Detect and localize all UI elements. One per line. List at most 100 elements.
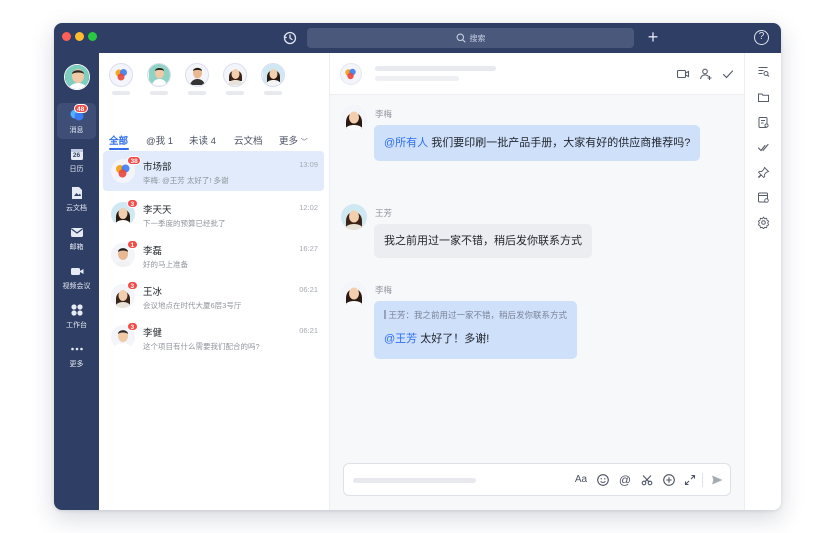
quote-bar [384, 310, 386, 319]
avatar[interactable] [64, 64, 90, 90]
zoom-window-button[interactable] [88, 32, 97, 41]
search-placeholder: 搜索 [469, 33, 486, 43]
conversation-time: 06:21 [299, 285, 318, 294]
app-window: 搜索 + ? 48 消息 26 日历 云文档 邮箱 视频会议 工作台 更多 全部… [54, 23, 781, 510]
chat-subtitle-placeholder [375, 76, 459, 81]
conversation-item[interactable]: 3 李天天 下一季度的预算已经批了 12:02 [103, 194, 324, 234]
unread-badge: 1 [127, 240, 138, 249]
pin-icon[interactable] [757, 166, 770, 179]
history-icon[interactable] [282, 30, 298, 46]
avatar[interactable] [341, 204, 367, 230]
conversation-item[interactable]: 38 市场部 李梅: @王芳 太好了! 多谢 13:09 [103, 151, 324, 191]
name-placeholder [264, 91, 282, 95]
search-history-icon[interactable] [757, 65, 770, 78]
settings-gear-icon[interactable] [757, 216, 770, 229]
video-call-icon[interactable] [676, 67, 690, 81]
group-avatar [109, 63, 133, 87]
text-format-icon[interactable]: Aa [574, 473, 588, 487]
avatar[interactable] [341, 105, 367, 131]
nav-item-calendar[interactable]: 26 日历 [57, 142, 96, 178]
pinned-contact[interactable] [223, 63, 247, 95]
conversation-item[interactable]: 3 王冰 会议地点在时代大厦6层3号厅 06:21 [103, 276, 324, 316]
scissors-icon[interactable] [640, 473, 654, 487]
nav-label: 工作台 [66, 322, 87, 329]
nav-item-video-meeting[interactable]: 视频会议 [57, 259, 96, 295]
mail-icon [69, 224, 85, 240]
calendar-icon: 26 [69, 146, 85, 162]
nav-item-workbench[interactable]: 工作台 [57, 298, 96, 334]
nav-item-mail[interactable]: 邮箱 [57, 220, 96, 256]
message-composer[interactable]: Aa @ [343, 463, 731, 496]
emoji-icon[interactable] [596, 473, 610, 487]
tab-cloud-docs[interactable]: 云文档 [234, 133, 263, 147]
mention-link[interactable]: @所有人 [384, 137, 428, 149]
help-button[interactable]: ? [754, 30, 769, 45]
message-bubble[interactable]: 王芳：我之前用过一家不错，稍后发你联系方式 @王芳 太好了！多谢! [374, 301, 578, 359]
conversation-preview: 这个项目有什么需要我们配合的吗? [143, 342, 260, 351]
right-toolbar [744, 53, 781, 510]
message-text: 我们要印刷一批产品手册，大家有好的供应商推荐吗? [428, 137, 691, 149]
document-icon[interactable] [757, 116, 770, 129]
calendar-doc-icon[interactable] [757, 191, 770, 204]
avatar[interactable] [341, 281, 367, 307]
conversation-preview: 下一季度的预算已经批了 [143, 219, 226, 228]
messages-icon: 48 [69, 104, 88, 123]
quote-text: 王芳：我之前用过一家不错，稍后发你联系方式 [388, 310, 568, 320]
nav-label: 更多 [69, 361, 84, 368]
search-input[interactable]: 搜索 [307, 28, 634, 48]
conversation-item[interactable]: 1 李磊 好的马上准备 16:27 [103, 235, 324, 275]
send-icon[interactable] [710, 473, 724, 487]
sender-name: 李梅 [375, 285, 393, 295]
nav-label: 视频会议 [62, 283, 91, 290]
conversation-preview: 会议地点在时代大厦6层3号厅 [143, 301, 242, 310]
minimize-window-button[interactable] [75, 32, 84, 41]
avatar [185, 63, 209, 87]
title-bar: 搜索 + ? [54, 23, 781, 53]
conversation-time: 06:21 [299, 326, 318, 335]
conversation-item[interactable]: 3 李健 这个项目有什么需要我们配合的吗? 06:21 [103, 317, 324, 357]
conversation-name: 李健 [143, 328, 163, 339]
add-member-icon[interactable] [699, 67, 713, 81]
active-tab-indicator [109, 148, 129, 150]
message-bubble[interactable]: 我之前用过一家不错，稍后发你联系方式 [374, 224, 592, 258]
tab-unread[interactable]: 未读 4 [189, 133, 216, 147]
nav-item-cloud-docs[interactable]: 云文档 [57, 181, 96, 217]
close-window-button[interactable] [62, 32, 71, 41]
message-bubble[interactable]: @所有人 我们要印刷一批产品手册，大家有好的供应商推荐吗? [374, 125, 701, 161]
quoted-reply[interactable]: 王芳：我之前用过一家不错，稍后发你联系方式 [384, 309, 567, 321]
conversation-preview: 李梅: @王芳 太好了! 多谢 [143, 176, 229, 185]
tab-more[interactable]: 更多 ﹀ [279, 133, 308, 147]
task-check-icon[interactable] [757, 141, 770, 154]
tab-more-label: 更多 [279, 136, 299, 147]
folder-icon[interactable] [757, 91, 770, 104]
add-attachment-icon[interactable] [662, 473, 676, 487]
sender-name: 李梅 [375, 109, 393, 119]
conversation-time: 16:27 [299, 244, 318, 253]
pinned-contact[interactable] [261, 63, 285, 95]
pinned-contact[interactable] [185, 63, 209, 95]
tab-all[interactable]: 全部 [109, 133, 128, 147]
unread-badge: 38 [127, 156, 142, 165]
mention-icon[interactable]: @ [618, 473, 632, 487]
mention-link[interactable]: @王芳 [384, 333, 417, 345]
chevron-down-icon: ﹀ [300, 139, 308, 146]
left-navigation: 48 消息 26 日历 云文档 邮箱 视频会议 工作台 更多 [54, 53, 99, 510]
nav-label: 邮箱 [69, 244, 84, 251]
nav-label: 日历 [69, 166, 84, 173]
group-avatar [340, 63, 362, 85]
conversation-time: 12:02 [299, 203, 318, 212]
nav-label: 云文档 [66, 205, 87, 212]
video-meeting-icon [69, 263, 85, 279]
more-icon [69, 341, 85, 357]
pinned-group[interactable] [109, 63, 133, 95]
nav-item-messages[interactable]: 48 消息 [57, 103, 96, 139]
divider [702, 473, 703, 487]
tab-mentions[interactable]: @我 1 [146, 133, 173, 147]
name-placeholder [188, 91, 206, 95]
add-button[interactable]: + [643, 27, 663, 47]
unread-badge: 3 [127, 322, 138, 331]
done-check-icon[interactable] [721, 67, 735, 81]
nav-item-more[interactable]: 更多 [57, 337, 96, 373]
expand-icon[interactable] [683, 473, 697, 487]
pinned-contact[interactable] [147, 63, 171, 95]
